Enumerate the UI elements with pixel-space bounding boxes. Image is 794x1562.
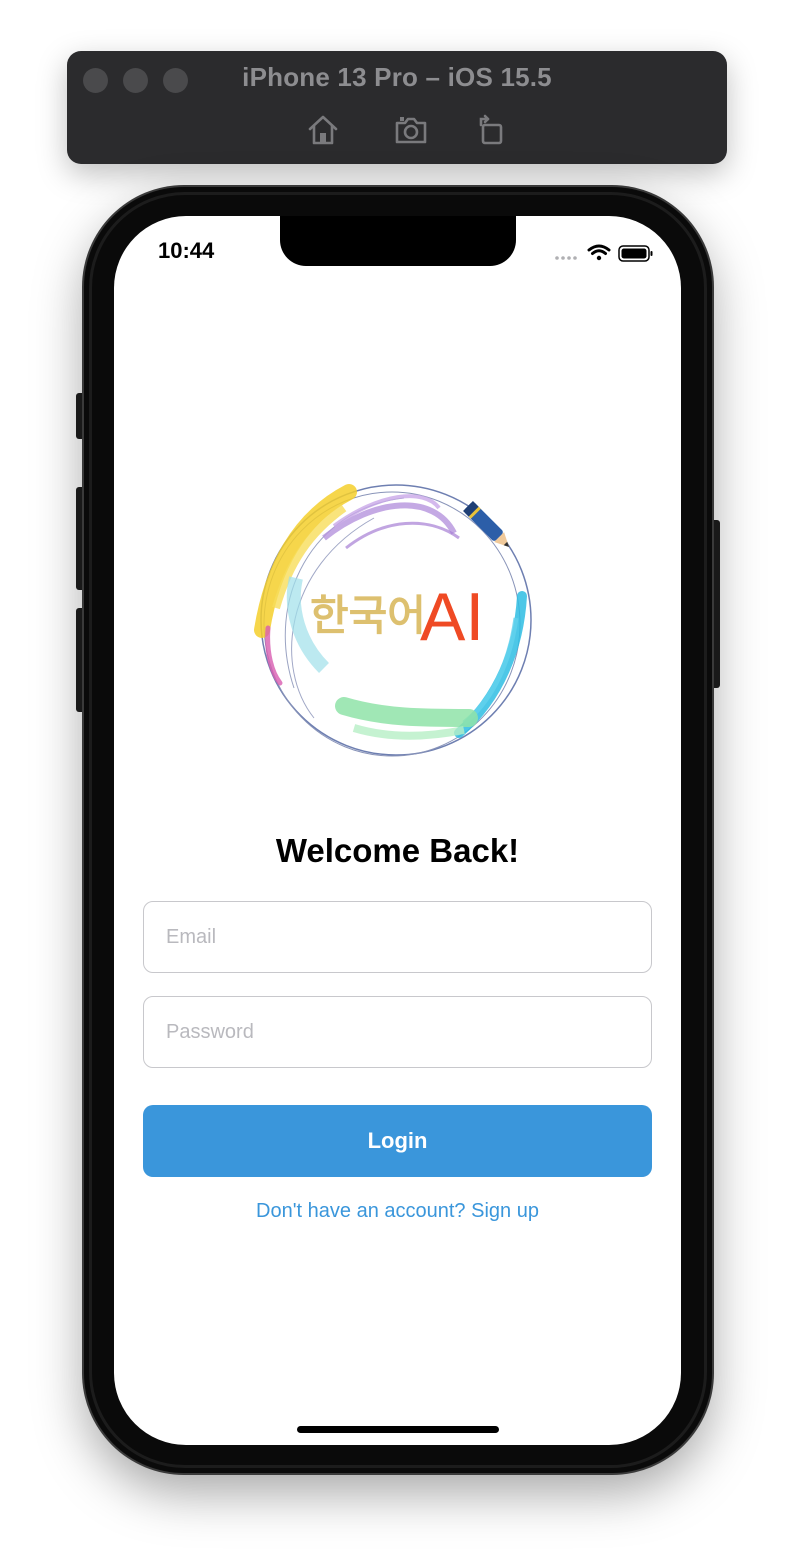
app-screen: 10:44 한국어 AI Welcome Back! Email Login D… [114, 216, 681, 1445]
app-logo: 한국어 AI [254, 484, 532, 757]
simulator-title: iPhone 13 Pro – iOS 15.5 [242, 62, 552, 92]
rotate-icon[interactable] [474, 113, 508, 147]
logo-korean-text: 한국어 [310, 591, 426, 640]
cellular-icon [555, 256, 577, 260]
signup-link[interactable]: Don't have an account? Sign up [114, 1200, 681, 1223]
password-field[interactable] [143, 996, 652, 1068]
notch [280, 216, 516, 266]
wifi-icon [587, 244, 611, 261]
status-icons [555, 244, 653, 262]
page-title: Welcome Back! [275, 832, 520, 869]
status-time: 10:44 [158, 238, 215, 263]
pencil-icon [463, 501, 510, 548]
battery-icon [618, 245, 653, 262]
home-indicator[interactable] [297, 1426, 499, 1433]
login-button[interactable]: Login [143, 1105, 652, 1177]
screenshot-icon[interactable] [394, 113, 428, 147]
logo-ai-text: AI [420, 579, 484, 655]
home-icon[interactable] [306, 113, 340, 147]
email-field[interactable] [143, 901, 652, 973]
